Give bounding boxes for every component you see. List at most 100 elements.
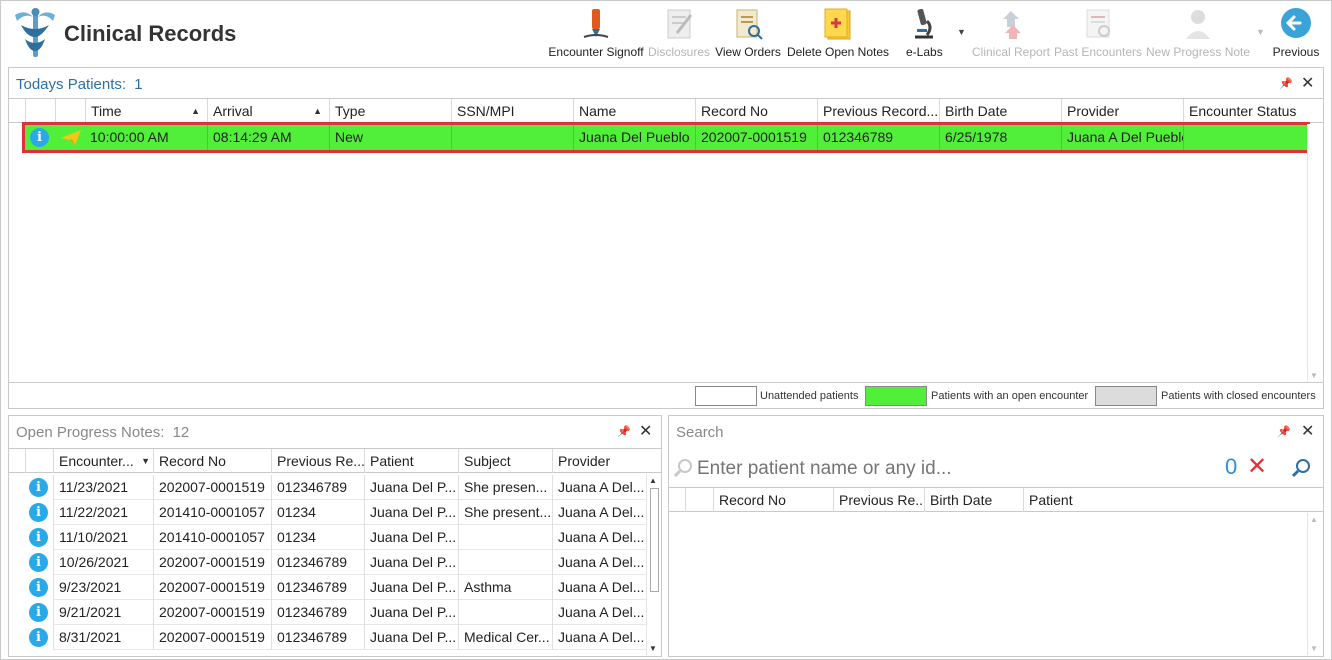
column-header-previous[interactable]: Previous Re... [833, 488, 924, 512]
sort-desc-icon: ▼ [141, 456, 150, 466]
legend-unattended-swatch [695, 386, 757, 406]
encounter-signoff-button[interactable]: Encounter Signoff [547, 5, 645, 63]
pin-icon[interactable]: 📌 [1279, 77, 1293, 90]
new-progress-note-dropdown-icon[interactable]: ▼ [1256, 27, 1265, 37]
scroll-down-icon[interactable]: ▼ [649, 644, 657, 653]
clear-search-icon[interactable]: ✕ [1247, 452, 1267, 481]
column-header-ssn[interactable]: SSN/MPI [451, 99, 573, 123]
column-header-record-no[interactable]: Record No [713, 488, 833, 512]
column-header-provider[interactable]: Provider [552, 449, 646, 473]
past-encounters-icon [1086, 9, 1110, 38]
cell-encounter: 8/31/2021 [53, 625, 153, 650]
table-row[interactable]: i 10:00:00 AM 08:14:29 AM New Juana Del … [22, 122, 1310, 153]
previous-button[interactable]: Previous [1269, 5, 1323, 63]
header-blank-3 [55, 99, 85, 123]
scroll-thumb[interactable] [650, 488, 659, 592]
info-icon[interactable]: i [29, 603, 48, 622]
pin-icon[interactable]: 📌 [1277, 425, 1291, 438]
clinical-report-button[interactable]: Clinical Report [971, 5, 1051, 63]
column-header-provider[interactable]: Provider [1061, 99, 1183, 123]
sort-asc-icon: ▲ [191, 106, 200, 116]
close-icon[interactable]: ✕ [1301, 73, 1314, 93]
todays-patients-count: 1 [134, 76, 143, 93]
cell-provider: Juana A Del... [552, 525, 646, 550]
pin-icon[interactable]: 📌 [617, 425, 631, 438]
info-icon[interactable]: i [29, 478, 48, 497]
scroll-up-icon[interactable]: ▲ [1310, 515, 1318, 524]
column-header-type[interactable]: Type [329, 99, 451, 123]
scroll-down-icon[interactable]: ▼ [1310, 371, 1318, 380]
view-orders-button[interactable]: View Orders [714, 5, 782, 63]
cell-encounter: 11/22/2021 [53, 500, 153, 525]
elabs-button[interactable]: e-Labs ▼ [899, 5, 971, 63]
column-header-time[interactable]: Time ▲ [85, 99, 207, 123]
todays-patients-panel: Todays Patients: 1 📌 ✕ Time ▲ Arrival ▲ Ty… [8, 67, 1324, 409]
table-row[interactable]: i 8/31/2021 202007-0001519 012346789 Juana D… [9, 625, 646, 650]
app-title: Clinical Records [64, 21, 237, 46]
vertical-scrollbar[interactable]: ▲ ▼ [646, 474, 661, 655]
search-go-icon[interactable] [1291, 458, 1311, 478]
cell-encounter-status [1183, 125, 1305, 150]
caduceus-logo-icon [15, 8, 55, 57]
cell-previous: 01234 [271, 500, 364, 525]
close-icon[interactable]: ✕ [1301, 421, 1314, 441]
delete-notes-icon [824, 8, 851, 40]
vertical-scrollbar[interactable]: ▲ ▼ [1307, 513, 1322, 655]
table-row[interactable]: i 9/23/2021 202007-0001519 012346789 Juana D… [9, 575, 646, 600]
arrived-flag-icon [61, 130, 81, 145]
cell-ssn [451, 125, 573, 150]
cell-subject: Asthma [458, 575, 552, 600]
todays-patients-label: Todays Patients: [16, 76, 127, 93]
search-panel: Search 📌 ✕ 0 ✕ Record No Previous Re... … [668, 415, 1324, 657]
column-header-record-no[interactable]: Record No [153, 449, 271, 473]
column-header-birth-date[interactable]: Birth Date [939, 99, 1061, 123]
new-progress-note-button[interactable]: New Progress Note ▼ [1144, 5, 1268, 63]
cell-provider: Juana A Del... [552, 600, 646, 625]
info-icon[interactable]: i [30, 128, 49, 147]
column-header-encounter[interactable]: Encounter... ▼ [53, 449, 153, 473]
legend-closed-swatch [1095, 386, 1157, 406]
elabs-dropdown-arrow-icon[interactable]: ▼ [957, 27, 966, 37]
column-header-birth-date[interactable]: Birth Date [924, 488, 1023, 512]
column-header-encounter-status[interactable]: Encounter Status [1183, 99, 1307, 123]
table-row[interactable]: i 11/22/2021 201410-0001057 01234 Juana Del … [9, 500, 646, 525]
cell-previous-record: 012346789 [817, 125, 939, 150]
table-row[interactable]: i 10/26/2021 202007-0001519 012346789 Juana … [9, 550, 646, 575]
scroll-down-icon[interactable]: ▼ [1310, 644, 1318, 653]
cell-provider: Juana A Del... [552, 475, 646, 500]
info-icon[interactable]: i [29, 578, 48, 597]
column-header-subject[interactable]: Subject [458, 449, 552, 473]
table-row[interactable]: i 11/23/2021 202007-0001519 012346789 Juana … [9, 475, 646, 500]
open-progress-notes-title: Open Progress Notes: 12 [16, 424, 189, 441]
cell-encounter: 11/10/2021 [53, 525, 153, 550]
header-blank-1 [9, 99, 25, 123]
cell-previous: 012346789 [271, 625, 364, 650]
cell-previous: 01234 [271, 525, 364, 550]
past-encounters-button[interactable]: Past Encounters [1054, 5, 1142, 63]
vertical-scrollbar[interactable]: ▼ [1307, 124, 1322, 382]
delete-open-notes-label: Delete Open Notes [786, 45, 890, 59]
disclosures-button[interactable]: Disclosures [648, 5, 710, 63]
table-row[interactable]: i 9/21/2021 202007-0001519 012346789 Juana D… [9, 600, 646, 625]
scroll-up-icon[interactable]: ▲ [649, 476, 657, 485]
delete-open-notes-button[interactable]: Delete Open Notes [786, 5, 890, 63]
column-header-patient[interactable]: Patient [364, 449, 458, 473]
info-icon[interactable]: i [29, 528, 48, 547]
column-header-patient[interactable]: Patient [1023, 488, 1307, 512]
column-header-previous[interactable]: Previous Re... [271, 449, 364, 473]
info-icon[interactable]: i [29, 503, 48, 522]
column-header-name[interactable]: Name [573, 99, 695, 123]
search-result-count: 0 [1225, 454, 1238, 479]
column-header-arrival[interactable]: Arrival ▲ [207, 99, 329, 123]
close-icon[interactable]: ✕ [639, 421, 652, 441]
info-icon[interactable]: i [29, 553, 48, 572]
cell-record-no: 202007-0001519 [153, 475, 271, 500]
grid-header: Record No Previous Re... Birth Date Pati… [669, 488, 1323, 512]
search-input[interactable] [697, 456, 1197, 482]
table-row[interactable]: i 11/10/2021 201410-0001057 01234 Juana Del … [9, 525, 646, 550]
column-header-record-no[interactable]: Record No [695, 99, 817, 123]
view-orders-icon [736, 9, 763, 40]
microscope-icon [915, 8, 933, 39]
column-header-previous-record[interactable]: Previous Record... [817, 99, 939, 123]
info-icon[interactable]: i [29, 628, 48, 647]
